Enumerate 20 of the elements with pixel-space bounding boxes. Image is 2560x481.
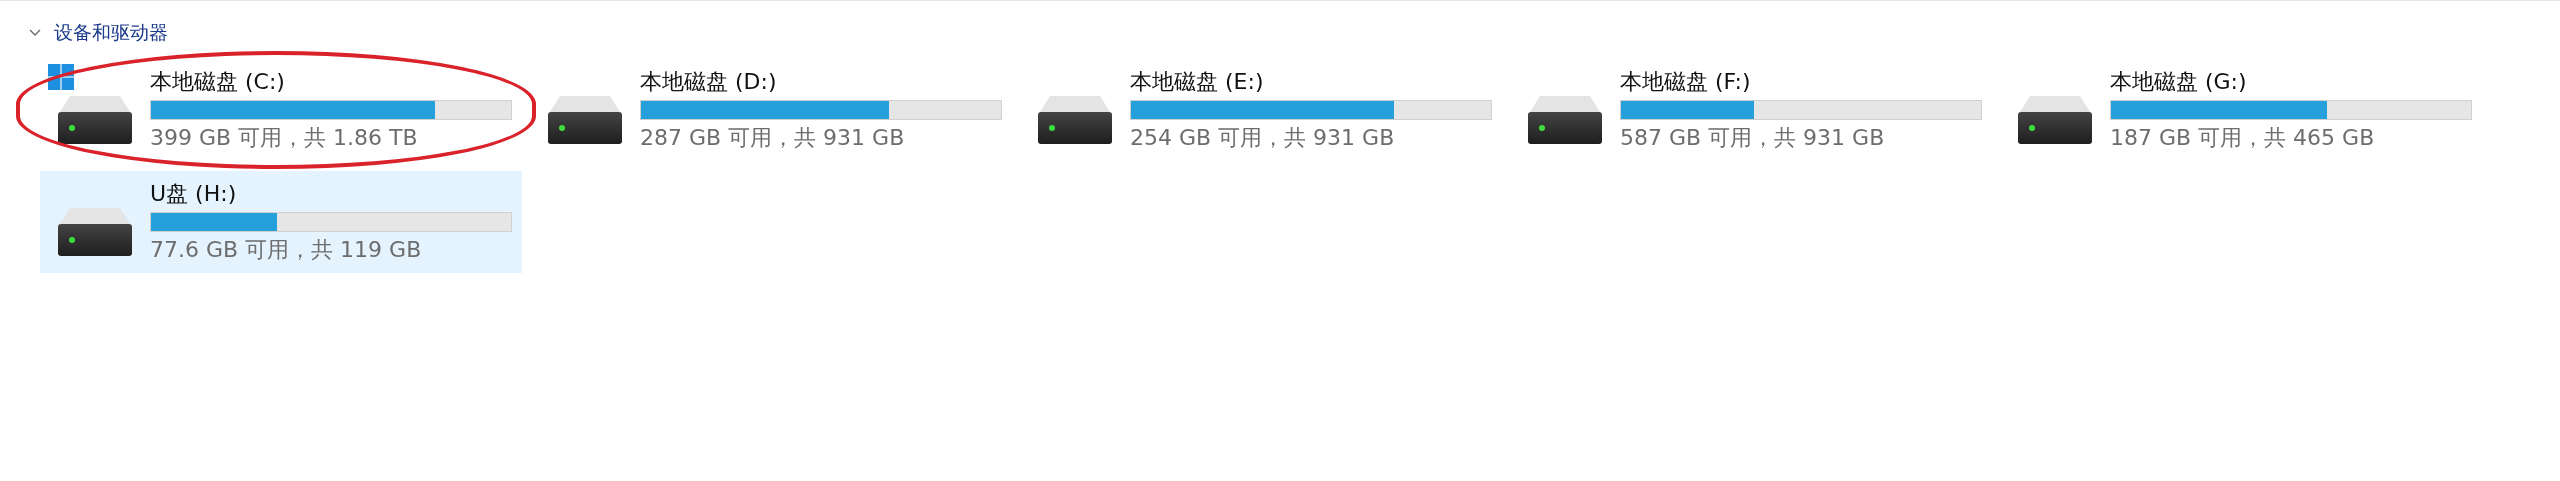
drive-name: U盘 (H:) <box>150 180 238 208</box>
drive-tile[interactable]: 本地磁盘 (F:) 587 GB 可用，共 931 GB <box>1510 59 1992 161</box>
section-title: 设备和驱动器 <box>54 20 168 45</box>
drive-space-text: 77.6 GB 可用，共 119 GB <box>150 236 423 264</box>
drive-tile[interactable]: 本地磁盘 (D:) 287 GB 可用，共 931 GB <box>530 59 1012 161</box>
drive-tile[interactable]: 本地磁盘 (G:) 187 GB 可用，共 465 GB <box>2000 59 2482 161</box>
drive-tile[interactable]: 本地磁盘 (E:) 254 GB 可用，共 931 GB <box>1020 59 1502 161</box>
drive-name: 本地磁盘 (D:) <box>640 68 778 96</box>
drive-name: 本地磁盘 (E:) <box>1130 68 1265 96</box>
drive-space-text: 399 GB 可用，共 1.86 TB <box>150 124 419 152</box>
drive-name: 本地磁盘 (F:) <box>1620 68 1752 96</box>
windows-logo-icon <box>48 64 74 90</box>
drive-space-text: 287 GB 可用，共 931 GB <box>640 124 906 152</box>
drive-space-text: 587 GB 可用，共 931 GB <box>1620 124 1886 152</box>
drive-name: 本地磁盘 (C:) <box>150 68 286 96</box>
drive-tile[interactable]: 本地磁盘 (C:) 399 GB 可用，共 1.86 TB <box>40 59 522 161</box>
drive-space-text: 254 GB 可用，共 931 GB <box>1130 124 1396 152</box>
drive-tile[interactable]: U盘 (H:) 77.6 GB 可用，共 119 GB <box>40 171 522 273</box>
drive-space-text: 187 GB 可用，共 465 GB <box>2110 124 2376 152</box>
drive-name: 本地磁盘 (G:) <box>2110 68 2248 96</box>
